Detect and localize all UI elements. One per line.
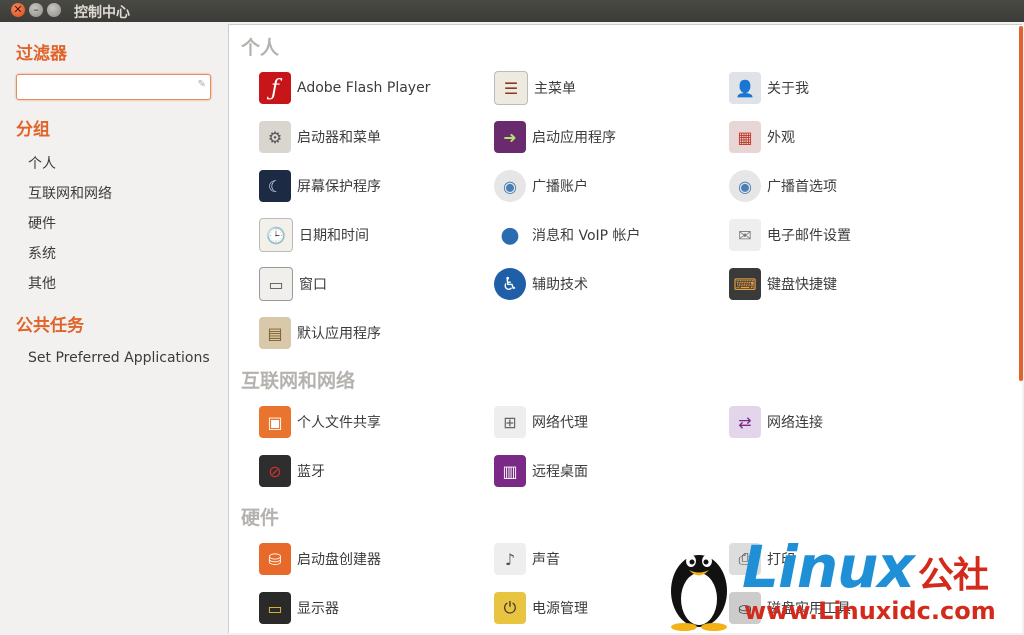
- item-startup-applications[interactable]: ➜ 启动应用程序: [494, 120, 616, 154]
- keyboard-shortcuts-icon: ⌨: [729, 268, 761, 300]
- item-remote-desktop[interactable]: ▥ 远程桌面: [494, 454, 588, 488]
- appearance-icon: ▦: [729, 121, 761, 153]
- filter-field[interactable]: ✎: [16, 74, 211, 100]
- sidebar: 过滤器 ✎ 分组 个人 互联网和网络 硬件 系统 其他 公共任务 Set Pre…: [0, 22, 228, 635]
- email-settings-icon: ✉: [729, 219, 761, 251]
- bluetooth-icon: ⊘: [259, 455, 291, 487]
- filter-heading: 过滤器: [16, 44, 67, 64]
- item-email-settings[interactable]: ✉ 电子邮件设置: [729, 218, 851, 252]
- window-titlebar: ✕ – 控制中心: [0, 0, 1024, 22]
- tux-penguin-icon: [671, 555, 727, 631]
- file-sharing-icon: ▣: [259, 406, 291, 438]
- item-personal-file-sharing[interactable]: ▣ 个人文件共享: [259, 405, 381, 439]
- clear-icon[interactable]: ✎: [198, 79, 206, 90]
- section-heading-internet-network: 互联网和网络: [241, 370, 356, 392]
- item-messaging-voip[interactable]: ● 消息和 VoIP 帐户: [494, 218, 640, 252]
- main-menu-icon: ☰: [494, 71, 528, 105]
- tasks-heading: 公共任务: [16, 316, 84, 336]
- windows-icon: ▭: [259, 267, 293, 301]
- group-item-hardware[interactable]: 硬件: [28, 213, 56, 233]
- accessibility-icon: ♿: [494, 268, 526, 300]
- watermark-url: www.Linuxidc.com: [744, 597, 996, 625]
- item-displays[interactable]: ▭ 显示器: [259, 591, 339, 625]
- maximize-icon[interactable]: [47, 3, 61, 17]
- network-connections-icon: ⇄: [729, 406, 761, 438]
- about-me-icon: 👤: [729, 72, 761, 104]
- broadcast-accounts-icon: ◉: [494, 170, 526, 202]
- group-item-system[interactable]: 系统: [28, 243, 56, 263]
- default-apps-icon: ▤: [259, 317, 291, 349]
- item-appearance[interactable]: ▦ 外观: [729, 120, 795, 154]
- item-network-connections[interactable]: ⇄ 网络连接: [729, 405, 823, 439]
- section-heading-hardware: 硬件: [241, 507, 280, 529]
- item-startup-disk-creator[interactable]: ⛁ 启动盘创建器: [259, 542, 381, 576]
- groups-heading: 分组: [16, 120, 50, 140]
- task-set-preferred-applications[interactable]: Set Preferred Applications: [28, 350, 210, 366]
- date-time-icon: 🕒: [259, 218, 293, 252]
- filter-input[interactable]: [21, 76, 195, 98]
- display-icon: ▭: [259, 592, 291, 624]
- network-proxy-icon: ⊞: [494, 406, 526, 438]
- item-keyboard-shortcuts[interactable]: ⌨ 键盘快捷键: [729, 267, 837, 301]
- flash-icon: ƒ: [259, 72, 291, 104]
- window-title: 控制中心: [74, 5, 130, 21]
- launcher-menu-icon: ⚙: [259, 121, 291, 153]
- broadcast-prefs-icon: ◉: [729, 170, 761, 202]
- item-broadcast-preferences[interactable]: ◉ 广播首选项: [729, 169, 837, 203]
- close-icon[interactable]: ✕: [11, 3, 25, 17]
- screensaver-icon: ☾: [259, 170, 291, 202]
- item-accessibility[interactable]: ♿ 辅助技术: [494, 267, 588, 301]
- group-item-personal[interactable]: 个人: [28, 153, 56, 173]
- item-power-management[interactable]: ⏻ 电源管理: [494, 591, 588, 625]
- item-network-proxy[interactable]: ⊞ 网络代理: [494, 405, 588, 439]
- sound-icon: ♪: [494, 543, 526, 575]
- group-item-other[interactable]: 其他: [28, 273, 56, 293]
- section-heading-personal: 个人: [241, 37, 280, 59]
- item-launcher-and-menu[interactable]: ⚙ 启动器和菜单: [259, 120, 381, 154]
- scrollbar[interactable]: [1019, 26, 1023, 381]
- item-bluetooth[interactable]: ⊘ 蓝牙: [259, 454, 325, 488]
- remote-desktop-icon: ▥: [494, 455, 526, 487]
- item-windows[interactable]: ▭ 窗口: [259, 267, 327, 301]
- power-icon: ⏻: [494, 592, 526, 624]
- watermark: Linux 公社 www.Linuxidc.com: [658, 533, 1024, 635]
- item-about-me[interactable]: 👤 关于我: [729, 71, 809, 105]
- item-broadcast-accounts[interactable]: ◉ 广播账户: [494, 169, 588, 203]
- item-sound[interactable]: ♪ 声音: [494, 542, 560, 576]
- startup-disk-icon: ⛁: [259, 543, 291, 575]
- item-adobe-flash-player[interactable]: ƒ Adobe Flash Player: [259, 71, 430, 105]
- item-screensaver[interactable]: ☾ 屏幕保护程序: [259, 169, 381, 203]
- item-date-and-time[interactable]: 🕒 日期和时间: [259, 218, 369, 252]
- startup-apps-icon: ➜: [494, 121, 526, 153]
- minimize-icon[interactable]: –: [29, 3, 43, 17]
- messaging-voip-icon: ●: [500, 222, 520, 248]
- item-default-applications[interactable]: ▤ 默认应用程序: [259, 316, 381, 350]
- group-item-internet-network[interactable]: 互联网和网络: [28, 183, 112, 203]
- item-main-menu[interactable]: ☰ 主菜单: [494, 71, 576, 105]
- watermark-brand: Linux 公社: [742, 533, 989, 601]
